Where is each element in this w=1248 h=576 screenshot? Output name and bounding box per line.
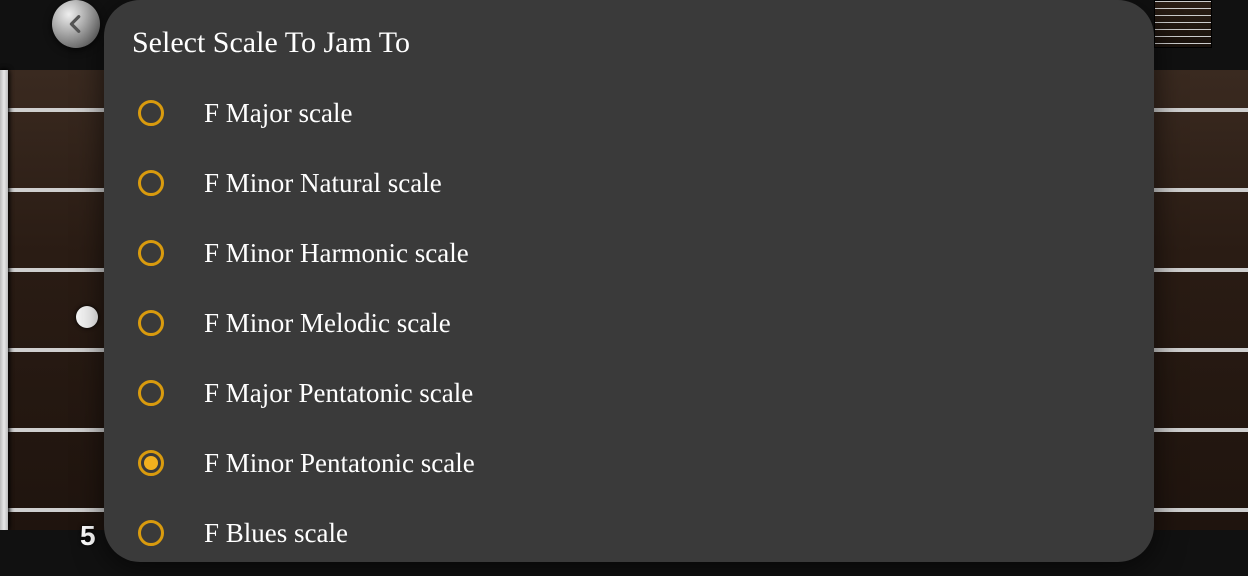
scale-option-label: F Minor Natural scale [204,168,442,199]
scale-option-label: F Major Pentatonic scale [204,378,473,409]
fret-number: 5 [80,520,96,552]
chevron-left-icon [65,13,87,35]
radio-icon [138,100,164,126]
scale-option-list: F Major scale F Minor Natural scale F Mino… [132,78,1126,568]
radio-icon [138,240,164,266]
scale-option[interactable]: F Minor Natural scale [132,148,1126,218]
radio-icon [138,450,164,476]
radio-icon [138,170,164,196]
scale-option[interactable]: F Major Pentatonic scale [132,358,1126,428]
scale-option-label: F Minor Melodic scale [204,308,451,339]
scale-option-label: F Major scale [204,98,352,129]
scale-option[interactable]: F Minor Pentatonic scale [132,428,1126,498]
dialog-title: Select Scale To Jam To [132,26,1126,60]
select-scale-dialog: Select Scale To Jam To F Major scale F Mi… [104,0,1154,562]
scale-option-label: F Minor Harmonic scale [204,238,469,269]
scale-option[interactable]: F Minor Melodic scale [132,288,1126,358]
scale-option[interactable]: F Minor Harmonic scale [132,218,1126,288]
scale-option[interactable]: F Blues scale [132,498,1126,568]
radio-icon [138,380,164,406]
radio-icon [138,520,164,546]
fretboard-thumbnail[interactable] [1154,0,1212,48]
radio-icon [138,310,164,336]
fret-marker-dot [76,306,98,328]
scale-option[interactable]: F Major scale [132,78,1126,148]
scale-option-label: F Minor Pentatonic scale [204,448,475,479]
scale-option-label: F Blues scale [204,518,348,549]
back-button[interactable] [52,0,100,48]
